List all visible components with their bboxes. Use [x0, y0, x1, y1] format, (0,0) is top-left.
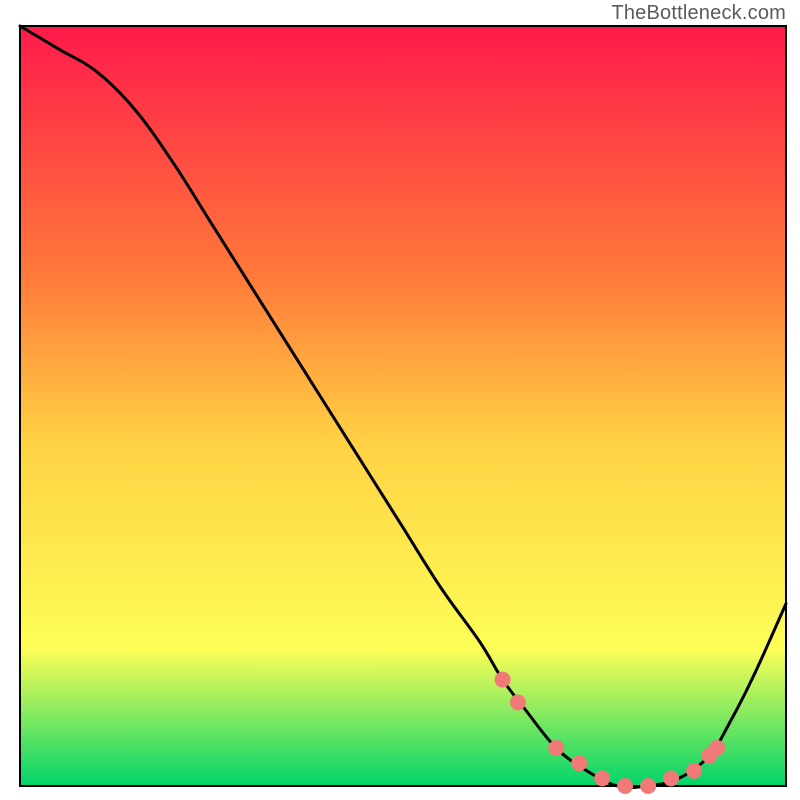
plot-background: [20, 26, 786, 786]
chart-stage: TheBottleneck.com: [0, 0, 800, 800]
highlight-dot: [548, 740, 564, 756]
highlight-dot: [663, 770, 679, 786]
highlight-dot: [495, 672, 511, 688]
watermark-text: TheBottleneck.com: [611, 2, 786, 25]
highlight-dot: [709, 740, 725, 756]
bottleneck-chart: [0, 0, 800, 800]
highlight-dot: [510, 694, 526, 710]
highlight-dot: [617, 778, 633, 794]
highlight-dot: [640, 778, 656, 794]
highlight-dot: [594, 770, 610, 786]
highlight-dot: [571, 755, 587, 771]
highlight-dot: [686, 763, 702, 779]
